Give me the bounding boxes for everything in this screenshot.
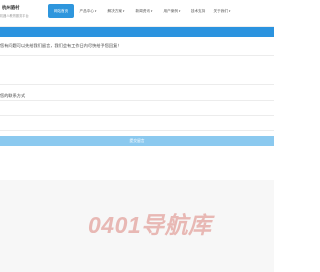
nav-item-label: 用户案例 <box>163 9 178 13</box>
page-banner-strip <box>0 27 274 37</box>
site-logo[interactable]: 杭州骆村 机器人教育服务平台 <box>0 2 40 22</box>
nav-item-label: 关于我们 <box>213 9 228 13</box>
logo-subtitle: 机器人教育服务平台 <box>0 14 29 18</box>
nav-item-cases[interactable]: 用户案例▾ <box>160 4 184 18</box>
nav-item-solutions[interactable]: 解决方案▾ <box>104 4 128 18</box>
contact-input[interactable] <box>0 100 274 116</box>
chevron-down-icon: ▾ <box>150 9 153 13</box>
submit-message-button[interactable]: 提交留言 <box>0 136 274 146</box>
nav-item-label: 新闻资讯 <box>135 9 150 13</box>
nav-item-news[interactable]: 新闻资讯▾ <box>132 4 156 18</box>
nav-item-label: 产品中心 <box>79 9 94 13</box>
form-lead-text: 您有问题可以先给我们留言，我们会有工作日内尽快给予您回复！ <box>0 43 122 48</box>
logo-title: 杭州骆村 <box>2 6 20 11</box>
chevron-down-icon: ▾ <box>122 9 125 13</box>
brand-watermark: 0401导航库 <box>88 212 212 238</box>
top-navigation-bar: 杭州骆村 机器人教育服务平台 网站首页 产品中心▾ 解决方案▾ 新闻资讯▾ 用户… <box>0 0 274 27</box>
nav-item-support[interactable]: 技术支持 <box>188 4 208 18</box>
contact-label: 您的联系方式 <box>0 93 26 98</box>
chevron-down-icon: ▾ <box>94 9 97 13</box>
nav-item-home[interactable]: 网站首页 <box>48 4 74 18</box>
message-textarea[interactable] <box>0 55 274 85</box>
extra-input[interactable] <box>0 118 274 131</box>
nav-item-label: 解决方案 <box>107 9 122 13</box>
nav-item-label: 网站首页 <box>53 9 69 13</box>
nav-item-about[interactable]: 关于我们▾ <box>210 4 234 18</box>
chevron-down-icon: ▾ <box>178 9 181 13</box>
nav-item-products[interactable]: 产品中心▾ <box>76 4 100 18</box>
nav-item-label: 技术支持 <box>190 9 206 13</box>
chevron-down-icon: ▾ <box>228 9 231 13</box>
